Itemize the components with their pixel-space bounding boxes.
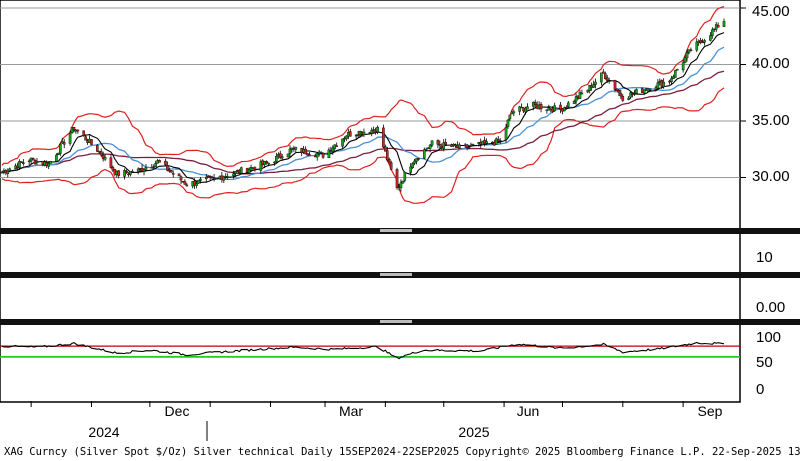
rsi-panel-frame	[0, 323, 741, 403]
candle	[401, 180, 405, 184]
rsi-tick-100: 100	[756, 329, 781, 346]
price-tick-40: 40.00	[752, 55, 790, 72]
panel-frames	[0, 0, 741, 403]
month-label-jun: Jun	[517, 403, 540, 419]
indicator1-tick-10: 10	[756, 249, 773, 266]
month-label-mar: Mar	[339, 403, 363, 419]
year-label-2025: 2025	[458, 424, 489, 440]
rsi-axis: 100 50 0	[756, 329, 781, 398]
candle	[674, 69, 677, 78]
candle	[90, 139, 93, 146]
splitter-handle-1[interactable]	[380, 229, 412, 232]
chart-footer: XAG Curncy (Silver Spot $/Oz) Silver tec…	[4, 446, 800, 458]
candle	[177, 173, 181, 177]
x-axis-labels: Dec Mar Jun Sep 2024 2025	[88, 403, 723, 441]
candle	[169, 169, 173, 173]
candle	[82, 130, 85, 137]
rsi-tick-0: 0	[756, 381, 764, 398]
candle	[240, 166, 243, 175]
chart-canvas: 45.00 40.00 35.00 30.00 10 0.00 100 50 0…	[0, 0, 800, 458]
splitter-handle-3[interactable]	[380, 320, 412, 323]
indicator1-axis: 10	[756, 249, 773, 266]
price-panel-frame	[0, 0, 741, 230]
indicator2-axis: 0.00	[756, 299, 785, 316]
price-axis: 45.00 40.00 35.00 30.00	[752, 3, 790, 185]
candle	[395, 167, 399, 190]
year-label-2024: 2024	[88, 424, 119, 440]
splitter-handle-2[interactable]	[380, 273, 412, 276]
month-label-dec: Dec	[165, 403, 190, 419]
price-tick-30: 30.00	[752, 168, 790, 185]
candle	[49, 160, 52, 164]
price-tick-35: 35.00	[752, 112, 790, 129]
candle	[286, 153, 290, 158]
candle	[382, 124, 385, 149]
rsi-tick-50: 50	[756, 354, 773, 371]
month-label-sep: Sep	[698, 403, 723, 419]
price-tick-45: 45.00	[752, 3, 790, 20]
candle	[96, 144, 99, 152]
indicator2-panel-frame	[0, 276, 741, 321]
indicator1-panel-frame	[0, 232, 741, 274]
indicator2-tick-0: 0.00	[756, 299, 785, 316]
